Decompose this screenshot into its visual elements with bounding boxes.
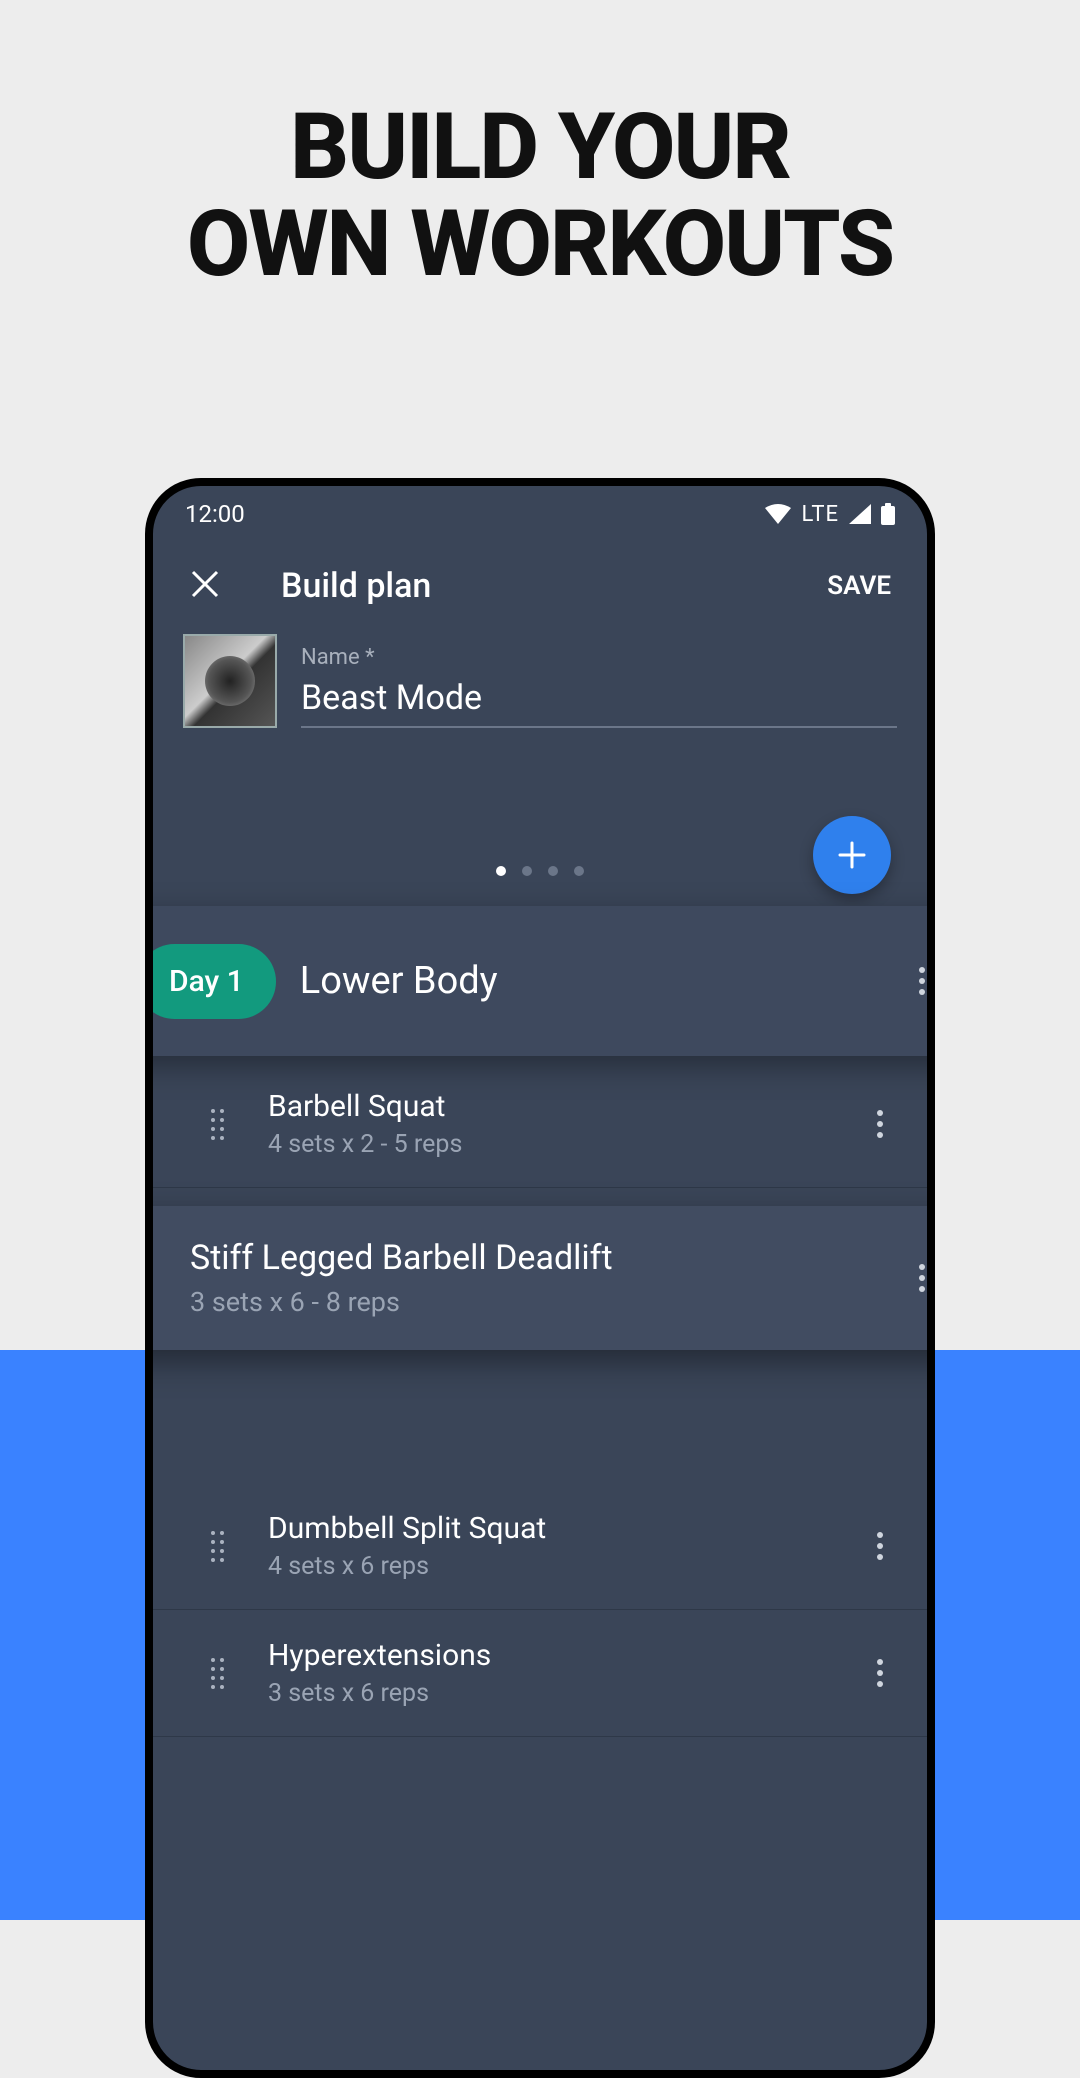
titlebar: Build plan SAVE	[153, 542, 927, 624]
network-label: LTE	[801, 502, 839, 527]
exercise-row-dragging[interactable]: Stiff Legged Barbell Deadlift 3 sets x 6…	[145, 1206, 935, 1350]
exercise-meta: 4 sets x 6 reps	[268, 1552, 546, 1581]
battery-icon	[881, 503, 895, 525]
page-dot[interactable]	[574, 866, 584, 876]
device-frame: 12:00 LTE Build plan SAVE Name * Beast M…	[145, 478, 935, 2078]
page-dot[interactable]	[522, 866, 532, 876]
page-dot[interactable]	[496, 866, 506, 876]
name-label: Name *	[301, 645, 897, 670]
exercise-row: Hyperextensions 3 sets x 6 reps	[153, 1610, 927, 1737]
wifi-icon	[765, 504, 791, 524]
exercise-meta: 4 sets x 2 - 5 reps	[268, 1130, 462, 1159]
day-header: Day 1 Lower Body	[145, 906, 935, 1056]
exercise-menu-button[interactable]	[865, 1098, 895, 1150]
plan-thumbnail[interactable]	[183, 634, 277, 728]
exercise-name: Stiff Legged Barbell Deadlift	[190, 1238, 613, 1278]
exercise-name: Barbell Squat	[268, 1089, 462, 1124]
exercise-row: Barbell Squat 4 sets x 2 - 5 reps	[153, 1061, 927, 1188]
exercise-name: Dumbbell Split Squat	[268, 1511, 546, 1546]
exercise-menu-button[interactable]	[865, 1520, 895, 1572]
day-chip[interactable]: Day 1	[145, 944, 276, 1019]
plan-form: Name * Beast Mode	[153, 624, 927, 728]
signal-icon	[849, 504, 871, 524]
drag-handle-icon[interactable]	[201, 1521, 234, 1572]
exercise-menu-button[interactable]	[865, 1647, 895, 1699]
statusbar: 12:00 LTE	[153, 486, 927, 542]
close-icon	[191, 570, 219, 598]
exercise-meta: 3 sets x 6 - 8 reps	[190, 1286, 613, 1318]
drag-handle-icon[interactable]	[201, 1648, 234, 1699]
exercise-menu-button[interactable]	[907, 1252, 935, 1304]
day-menu-button[interactable]	[907, 955, 935, 1007]
exercise-name: Hyperextensions	[268, 1638, 491, 1673]
close-button[interactable]	[181, 560, 229, 612]
page-dot[interactable]	[548, 866, 558, 876]
screen-title: Build plan	[281, 566, 431, 606]
page-indicator	[496, 866, 584, 876]
add-button[interactable]	[813, 816, 891, 894]
statusbar-time: 12:00	[185, 500, 245, 528]
name-input[interactable]: Beast Mode	[301, 678, 897, 728]
day-title: Lower Body	[300, 959, 498, 1003]
exercise-meta: 3 sets x 6 reps	[268, 1679, 491, 1708]
headline-line2: OWN WORKOUTS	[187, 191, 893, 298]
drag-handle-icon[interactable]	[145, 1253, 156, 1304]
exercise-row: Dumbbell Split Squat 4 sets x 6 reps	[153, 1483, 927, 1610]
save-button[interactable]: SAVE	[819, 563, 899, 609]
headline-line1: BUILD YOUR	[290, 94, 790, 201]
drag-handle-icon[interactable]	[201, 1099, 234, 1150]
exercise-list: Barbell Squat 4 sets x 2 - 5 reps Trap B…	[153, 1061, 927, 1737]
promo-headline: BUILD YOUR OWN WORKOUTS	[0, 100, 1080, 293]
plus-icon	[836, 839, 868, 871]
